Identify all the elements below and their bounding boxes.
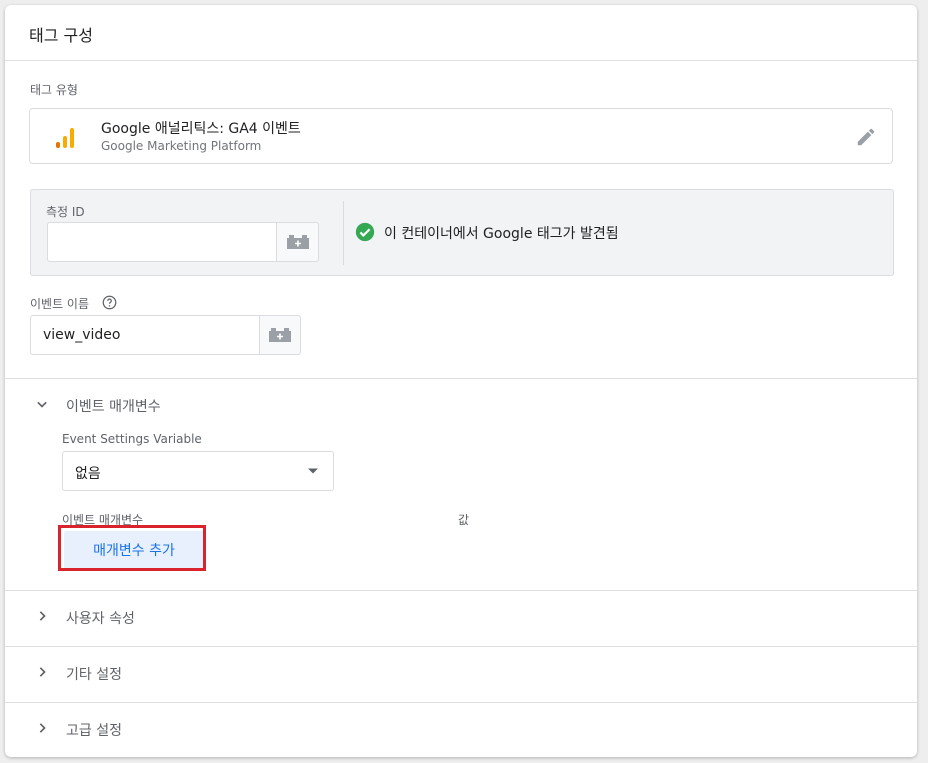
event-settings-variable-value: 없음	[75, 466, 101, 482]
variable-brick-icon	[286, 235, 309, 249]
measurement-id-input[interactable]	[47, 222, 277, 262]
highlight-box	[58, 525, 206, 571]
section-divider	[5, 590, 917, 591]
value-column-header: 값	[458, 513, 470, 527]
chevron-down-icon[interactable]	[32, 394, 52, 414]
tag-type-label: 태그 유형	[30, 83, 78, 97]
event-name-input[interactable]: view_video	[30, 315, 260, 355]
chevron-right-icon[interactable]	[32, 606, 52, 626]
event-settings-variable-select[interactable]: 없음	[62, 451, 334, 491]
event-params-section-title[interactable]: 이벤트 매개변수	[66, 396, 161, 416]
tag-type-box[interactable]: Google 애널리틱스: GA4 이벤트 Google Marketing P…	[29, 108, 893, 164]
user-properties-section-title[interactable]: 사용자 속성	[66, 608, 135, 628]
section-divider	[5, 646, 917, 647]
variable-brick-icon	[269, 328, 291, 342]
measurement-id-panel: 측정 ID 이 컨테이너에서 Google 태그가 발견됨	[30, 189, 894, 276]
check-circle-icon	[355, 222, 375, 242]
chevron-right-icon[interactable]	[32, 662, 52, 682]
pencil-icon[interactable]	[855, 126, 877, 148]
page-title: 태그 구성	[29, 26, 93, 45]
header-divider	[5, 60, 917, 61]
advanced-settings-section-title[interactable]: 고급 설정	[66, 720, 122, 740]
other-settings-section-title[interactable]: 기타 설정	[66, 664, 122, 684]
event-name-label: 이벤트 이름	[30, 297, 90, 311]
measurement-id-variable-button[interactable]	[277, 222, 319, 262]
event-settings-variable-label: Event Settings Variable	[62, 432, 202, 446]
help-circle-icon[interactable]	[102, 295, 117, 310]
chevron-right-icon[interactable]	[32, 718, 52, 738]
tag-type-name: Google 애널리틱스: GA4 이벤트	[101, 121, 301, 137]
measurement-id-label: 측정 ID	[46, 205, 85, 219]
section-divider	[5, 702, 917, 703]
panel-divider	[343, 201, 344, 265]
google-tag-found-status: 이 컨테이너에서 Google 태그가 발견됨	[384, 226, 619, 242]
google-analytics-icon	[56, 128, 76, 148]
dropdown-arrow-icon	[308, 468, 318, 474]
section-divider	[5, 378, 917, 379]
tag-configuration-card: 태그 구성 태그 유형 Google 애널리틱스: GA4 이벤트 Google…	[5, 5, 917, 757]
event-name-variable-button[interactable]	[260, 315, 301, 355]
tag-type-provider: Google Marketing Platform	[101, 139, 262, 153]
